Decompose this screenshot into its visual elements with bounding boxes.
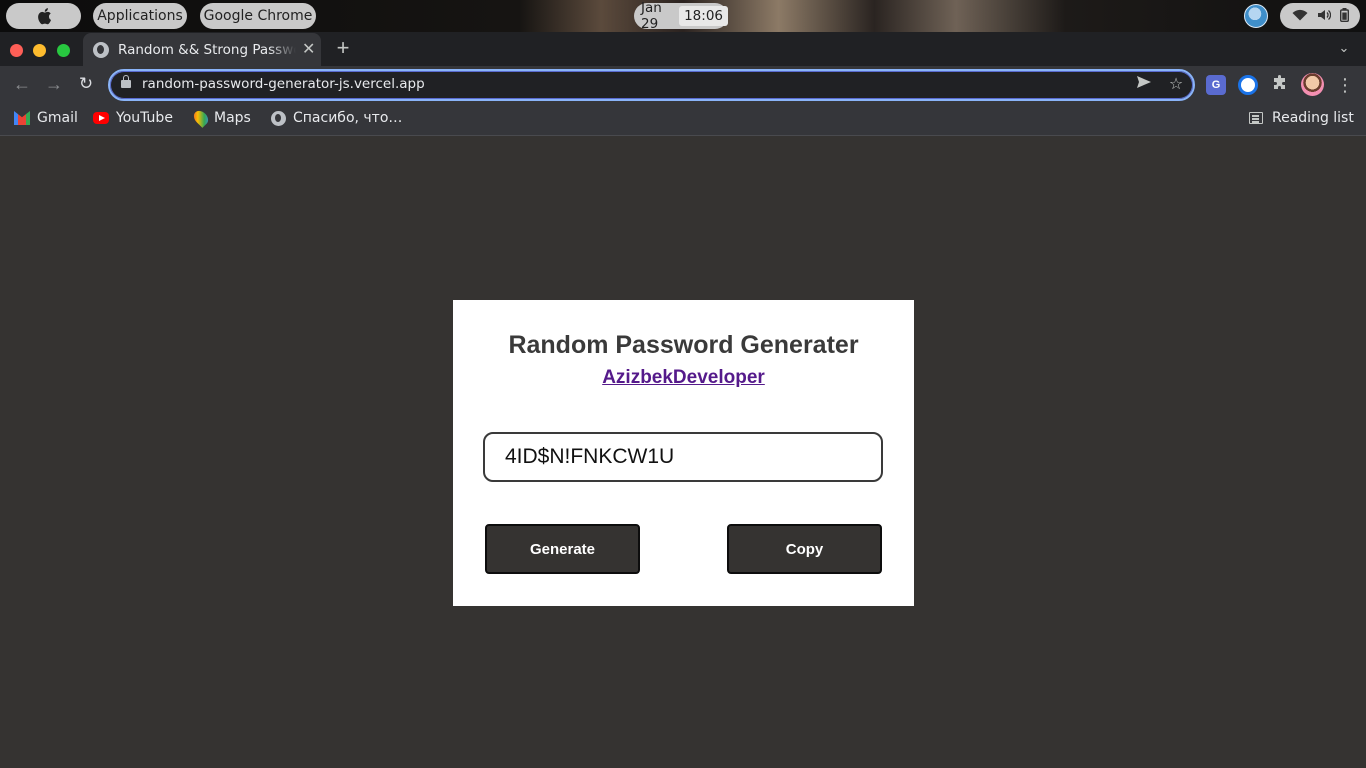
close-tab-icon[interactable]: ✕ — [302, 41, 315, 58]
bookmark-spasibo[interactable]: Спасибо, что… — [271, 108, 402, 128]
close-window-button[interactable] — [10, 44, 23, 57]
generate-button[interactable]: Generate — [485, 524, 640, 574]
url-text[interactable]: random-password-generator-js.vercel.app — [142, 76, 425, 92]
forward-icon[interactable]: → — [42, 72, 66, 96]
tab-title: Random && Strong Password Generator — [118, 41, 296, 58]
bookmark-youtube[interactable]: YouTube — [93, 108, 173, 128]
active-app-menu[interactable]: Google Chrome — [200, 3, 316, 29]
bookmark-label: YouTube — [116, 110, 173, 126]
maximize-window-button[interactable] — [57, 44, 70, 57]
maps-pin-icon — [191, 108, 211, 128]
time-label: 18:06 — [679, 6, 728, 26]
gmail-icon — [14, 111, 30, 125]
volume-icon — [1317, 9, 1331, 24]
reading-list-label: Reading list — [1272, 110, 1354, 126]
password-output-field[interactable] — [483, 432, 883, 482]
new-tab-button[interactable]: + — [332, 37, 354, 59]
bookmark-star-icon[interactable]: ☆ — [1166, 75, 1186, 95]
puzzle-icon[interactable] — [1270, 75, 1290, 95]
clock[interactable]: Jan 29 18:06 — [634, 0, 728, 32]
os-top-bar: Applications Google Chrome Jan 29 18:06 — [0, 0, 1366, 32]
profile-avatar[interactable] — [1301, 73, 1324, 96]
globe-icon — [93, 41, 109, 58]
bookmark-label: Maps — [214, 110, 251, 126]
bookmark-label: Спасибо, что… — [293, 110, 403, 126]
apple-icon — [37, 8, 51, 25]
apple-menu-button[interactable] — [6, 3, 81, 29]
page-title: Random Password Generater — [508, 331, 859, 359]
bookmark-gmail[interactable]: Gmail — [14, 108, 78, 128]
system-tray[interactable] — [1280, 3, 1360, 29]
reading-list-icon — [1249, 112, 1263, 124]
tab-active[interactable]: Random && Strong Password Generator ✕ — [83, 33, 321, 66]
copy-button[interactable]: Copy — [727, 524, 882, 574]
date-label: Jan 29 — [641, 0, 662, 32]
minimize-window-button[interactable] — [33, 44, 46, 57]
send-icon[interactable] — [1134, 75, 1154, 95]
battery-icon — [1339, 7, 1349, 25]
bookmark-maps[interactable]: Maps — [191, 108, 251, 128]
menu-kebab-icon[interactable]: ⋮ — [1336, 75, 1354, 95]
reading-list-button[interactable]: Reading list — [1249, 108, 1354, 128]
applications-menu[interactable]: Applications — [93, 3, 187, 29]
wifi-icon — [1292, 9, 1308, 24]
reload-icon[interactable]: ↻ — [74, 72, 98, 96]
author-link[interactable]: AzizbekDeveloper — [453, 367, 914, 389]
bookmark-label: Gmail — [37, 110, 78, 126]
tab-search-chevron-icon[interactable]: ⌄ — [1334, 38, 1354, 58]
lock-icon[interactable] — [121, 75, 131, 89]
translate-extension-icon[interactable]: G — [1206, 75, 1226, 95]
globe-icon — [271, 110, 286, 126]
back-icon[interactable]: ← — [10, 72, 34, 96]
tray-app-icon[interactable] — [1244, 4, 1268, 28]
youtube-icon — [93, 112, 109, 124]
password-generator-card: Random Password Generater AzizbekDevelop… — [453, 300, 914, 606]
extension-circle-icon[interactable] — [1238, 75, 1258, 95]
